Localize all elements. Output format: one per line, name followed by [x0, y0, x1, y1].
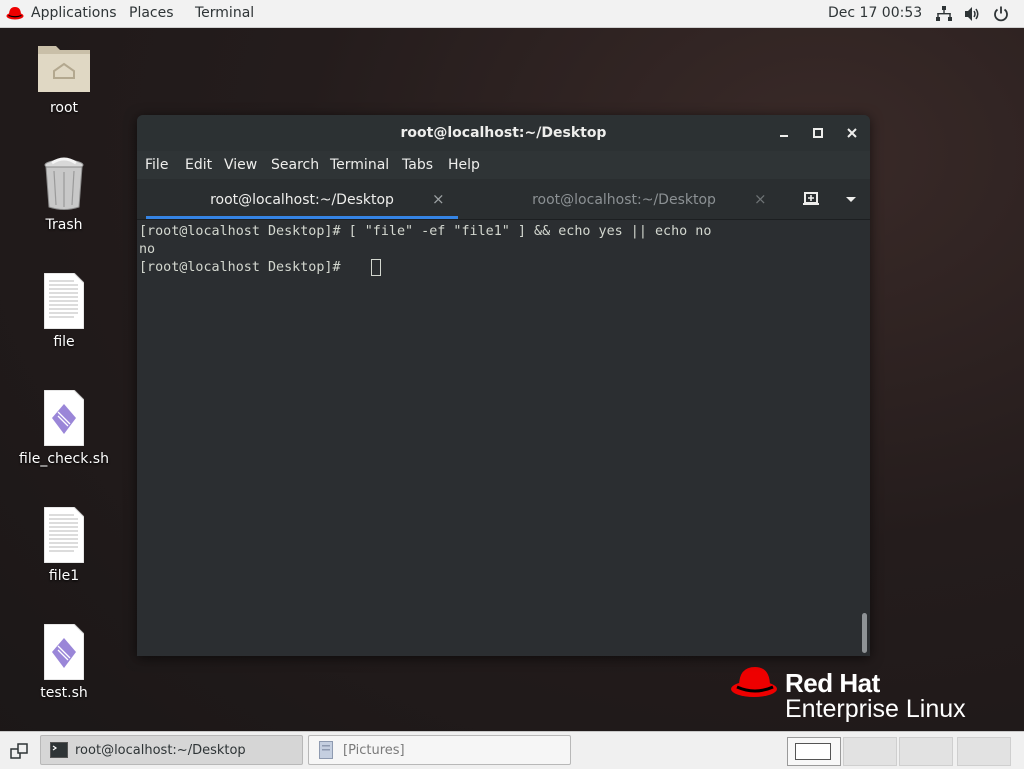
workspace-3[interactable]: [899, 737, 953, 766]
terminal-line: [root@localhost Desktop]#: [139, 260, 349, 275]
redhat-icon: [6, 7, 24, 20]
taskbar-item-label: root@localhost:~/Desktop: [75, 743, 246, 758]
folder-icon: [319, 741, 333, 759]
workspace-1[interactable]: [787, 737, 841, 766]
bottom-panel: root@localhost:~/Desktop [Pictures]: [0, 731, 1024, 769]
new-tab-icon: [803, 192, 819, 205]
tab-list-button[interactable]: [840, 189, 862, 209]
desktop-icon-file[interactable]: file: [14, 273, 114, 353]
terminal-app-menu[interactable]: Terminal: [195, 5, 254, 22]
redhat-hat-icon: [731, 667, 777, 697]
maximize-icon: [813, 128, 823, 138]
minimize-button[interactable]: [774, 123, 794, 143]
menu-file[interactable]: File: [145, 157, 168, 173]
desktop-icon-label: test.sh: [40, 685, 88, 701]
desktop-icon-root[interactable]: root: [14, 40, 114, 120]
scrollbar-thumb[interactable]: [862, 613, 867, 653]
window-title: root@localhost:~/Desktop: [400, 125, 607, 141]
desktop-icon-label: file1: [48, 568, 80, 584]
tab-label: root@localhost:~/Desktop: [532, 192, 716, 208]
text-cursor: [371, 259, 381, 276]
applications-menu[interactable]: Applications: [31, 5, 117, 22]
text-file-icon: [44, 273, 84, 329]
menu-terminal[interactable]: Terminal: [330, 157, 389, 173]
desktop-icon-file-check-sh[interactable]: file_check.sh: [14, 390, 114, 470]
tab-close-icon[interactable]: ×: [754, 190, 767, 208]
menu-bar: File Edit View Search Terminal Tabs Help: [137, 151, 870, 179]
clock[interactable]: Dec 17 00:53: [828, 5, 922, 22]
close-button[interactable]: [842, 123, 862, 143]
window-titlebar[interactable]: root@localhost:~/Desktop: [137, 115, 870, 152]
top-panel: Applications Places Terminal Dec 17 00:5…: [0, 0, 1024, 28]
workspace-4[interactable]: [957, 737, 1011, 766]
menu-edit[interactable]: Edit: [185, 157, 212, 173]
text-file-icon: [44, 507, 84, 563]
menu-view[interactable]: View: [224, 157, 257, 173]
desktop-icon-label: Trash: [45, 217, 83, 233]
close-icon: [847, 128, 857, 138]
desktop-icon-label: file: [53, 334, 75, 350]
new-tab-button[interactable]: [801, 189, 823, 209]
desktop-icon-file1[interactable]: file1: [14, 507, 114, 587]
terminal-line: [root@localhost Desktop]# [ "file" -ef "…: [139, 224, 712, 239]
menu-help[interactable]: Help: [448, 157, 480, 173]
taskbar-item-label: [Pictures]: [343, 743, 405, 758]
tab-close-icon[interactable]: ×: [432, 190, 445, 208]
terminal-window[interactable]: root@localhost:~/Desktop File Edit View …: [137, 115, 870, 656]
power-icon[interactable]: [992, 5, 1010, 23]
show-desktop-icon[interactable]: [10, 742, 28, 760]
volume-icon[interactable]: [963, 5, 981, 23]
home-folder-icon: [38, 46, 90, 92]
tab-bar: root@localhost:~/Desktop × root@localhos…: [137, 179, 870, 220]
terminal-output[interactable]: [root@localhost Desktop]# [ "file" -ef "…: [137, 220, 859, 656]
taskbar-item-terminal[interactable]: root@localhost:~/Desktop: [40, 735, 303, 765]
terminal-line: no: [139, 242, 156, 257]
terminal-icon: [50, 742, 68, 758]
maximize-button[interactable]: [808, 123, 828, 143]
menu-search[interactable]: Search: [271, 157, 319, 173]
menu-tabs[interactable]: Tabs: [402, 157, 433, 173]
trash-icon: [44, 157, 84, 210]
places-menu[interactable]: Places: [129, 5, 174, 22]
desktop-icon-trash[interactable]: Trash: [14, 157, 114, 237]
minimize-icon: [780, 135, 788, 137]
desktop-icon-label: file_check.sh: [19, 451, 109, 467]
desktop-icon-test-sh[interactable]: test.sh: [14, 624, 114, 704]
tab-label: root@localhost:~/Desktop: [210, 192, 394, 208]
script-file-icon: [44, 624, 84, 680]
taskbar-item-pictures[interactable]: [Pictures]: [308, 735, 571, 765]
workspace-window-thumb: [795, 743, 831, 760]
brand-product: Enterprise Linux: [785, 695, 966, 723]
terminal-scrollbar[interactable]: [859, 220, 870, 656]
chevron-down-icon: [846, 197, 856, 202]
network-icon[interactable]: [935, 5, 953, 23]
workspace-2[interactable]: [843, 737, 897, 766]
tab-2[interactable]: root@localhost:~/Desktop ×: [468, 179, 780, 219]
script-file-icon: [44, 390, 84, 446]
tab-1[interactable]: root@localhost:~/Desktop ×: [146, 179, 458, 219]
desktop-icon-label: root: [49, 100, 79, 116]
